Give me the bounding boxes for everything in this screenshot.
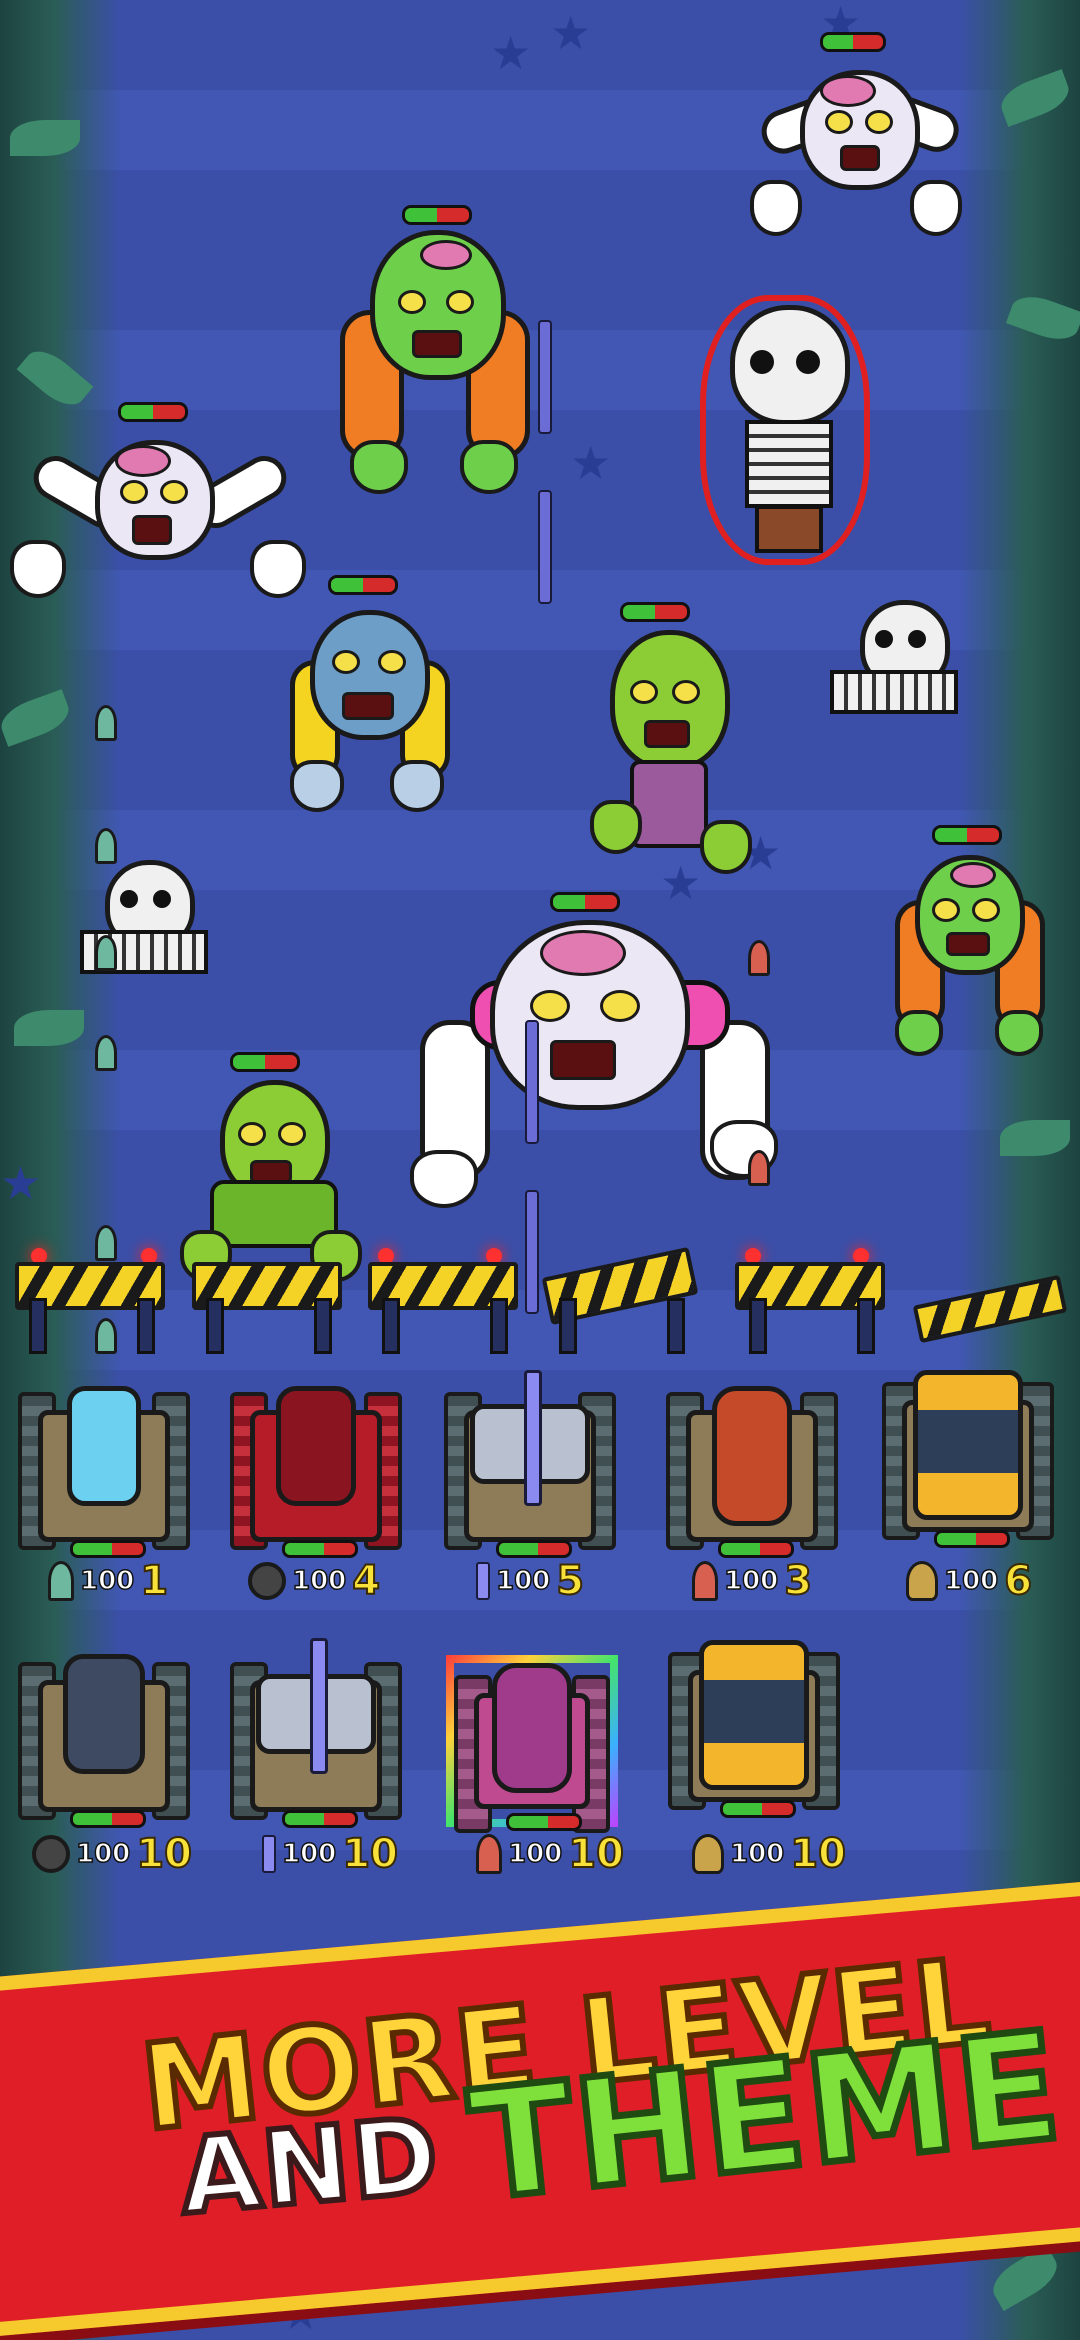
- turret-slot-9[interactable]: [668, 1640, 840, 1818]
- arrow-projectile: [525, 1190, 539, 1314]
- arrow-icon: [262, 1835, 276, 1873]
- turret-level: 10: [135, 1830, 193, 1878]
- ammo-count: 100: [495, 1565, 551, 1597]
- star-icon: ★: [490, 26, 532, 80]
- barricade: [192, 1240, 342, 1354]
- turret-level: 1: [139, 1557, 169, 1605]
- barricade-damaged: [912, 1250, 1068, 1360]
- missile-icon: [906, 1561, 938, 1601]
- banner-title-line2: AND: [172, 2091, 448, 2241]
- ammo-count: 100: [291, 1565, 347, 1597]
- turret-slot-3[interactable]: [444, 1370, 616, 1558]
- enemy-health-bar: [402, 205, 472, 225]
- arrow-projectile: [538, 490, 552, 604]
- leaf-icon: [10, 120, 80, 156]
- enemy-health-bar: [620, 602, 690, 622]
- green-zombie[interactable]: [580, 600, 760, 874]
- turret-label-1: 100 1: [48, 1557, 169, 1605]
- turret-slot-1[interactable]: [18, 1380, 190, 1558]
- barricade-damaged: [541, 1240, 699, 1354]
- barricade: [15, 1240, 165, 1354]
- turret-label-7: 100 10: [262, 1830, 399, 1878]
- ammo-count: 100: [75, 1838, 131, 1870]
- enemy-health-bar: [932, 825, 1002, 845]
- turret-level: 10: [789, 1830, 847, 1878]
- star-icon: ★: [0, 1156, 42, 1210]
- turret-slot-5[interactable]: [882, 1370, 1054, 1548]
- bomb-icon: [32, 1835, 70, 1873]
- turret-slot-7[interactable]: [230, 1638, 402, 1828]
- orange-zombie[interactable]: [330, 200, 530, 494]
- arrow-projectile: [538, 320, 552, 434]
- bullet-projectile: [95, 1035, 117, 1071]
- ammo-count: 100: [507, 1838, 563, 1870]
- turret-label-6: 100 10: [32, 1830, 193, 1878]
- turret-label-9: 100 10: [692, 1830, 847, 1878]
- enemy-health-bar: [118, 402, 188, 422]
- enemy-health-bar: [328, 575, 398, 595]
- ammo-count: 100: [729, 1838, 785, 1870]
- turret-label-3: 100 5: [476, 1557, 585, 1605]
- bullet-projectile: [95, 705, 117, 741]
- shell-icon: [476, 1834, 502, 1874]
- ammo-count: 100: [723, 1565, 779, 1597]
- arrow-projectile: [525, 1020, 539, 1144]
- barricade: [735, 1240, 885, 1354]
- pink-zombie[interactable]: [740, 30, 970, 250]
- bullet-projectile: [95, 828, 117, 864]
- enemy-health-bar: [230, 1052, 300, 1072]
- turret-label-2: 100 4: [248, 1557, 381, 1605]
- leaf-icon: [14, 1010, 84, 1046]
- turret-slot-8-selected[interactable]: [446, 1655, 618, 1833]
- turret-label-5: 100 6: [906, 1557, 1033, 1605]
- bomb-icon: [248, 1562, 286, 1600]
- turret-level: 5: [555, 1557, 585, 1605]
- pink-zombie[interactable]: [10, 400, 306, 600]
- pink-zombie-big[interactable]: [410, 890, 780, 1208]
- ammo-count: 100: [943, 1565, 999, 1597]
- enemy-health-bar: [550, 892, 620, 912]
- enemy-health-bar: [820, 32, 886, 52]
- ammo-count: 100: [79, 1565, 135, 1597]
- skeleton-boss[interactable]: [700, 295, 870, 565]
- turret-slot-2[interactable]: [230, 1380, 402, 1558]
- skeleton[interactable]: [820, 600, 960, 720]
- star-icon: ★: [550, 6, 592, 60]
- bullet-projectile: [95, 935, 117, 971]
- turret-label-8: 100 10: [476, 1830, 625, 1878]
- leaf-icon: [1000, 1120, 1070, 1156]
- turret-slot-4[interactable]: [666, 1380, 838, 1558]
- turret-level: 4: [351, 1557, 381, 1605]
- arrow-icon: [476, 1562, 490, 1600]
- ammo-count: 100: [281, 1838, 337, 1870]
- turret-level: 3: [783, 1557, 813, 1605]
- shell-projectile: [748, 940, 770, 976]
- turret-level: 6: [1003, 1557, 1033, 1605]
- star-icon: ★: [570, 436, 612, 490]
- shell-projectile: [748, 1150, 770, 1186]
- missile-icon: [692, 1834, 724, 1874]
- blue-zombie[interactable]: [280, 570, 450, 812]
- turret-level: 10: [341, 1830, 399, 1878]
- shell-icon: [692, 1561, 718, 1601]
- bullet-icon: [48, 1561, 74, 1601]
- turret-label-4: 100 3: [692, 1557, 813, 1605]
- orange-zombie[interactable]: [890, 820, 1045, 1056]
- turret-slot-6[interactable]: [18, 1650, 190, 1828]
- barricade: [368, 1240, 518, 1354]
- turret-level: 10: [567, 1830, 625, 1878]
